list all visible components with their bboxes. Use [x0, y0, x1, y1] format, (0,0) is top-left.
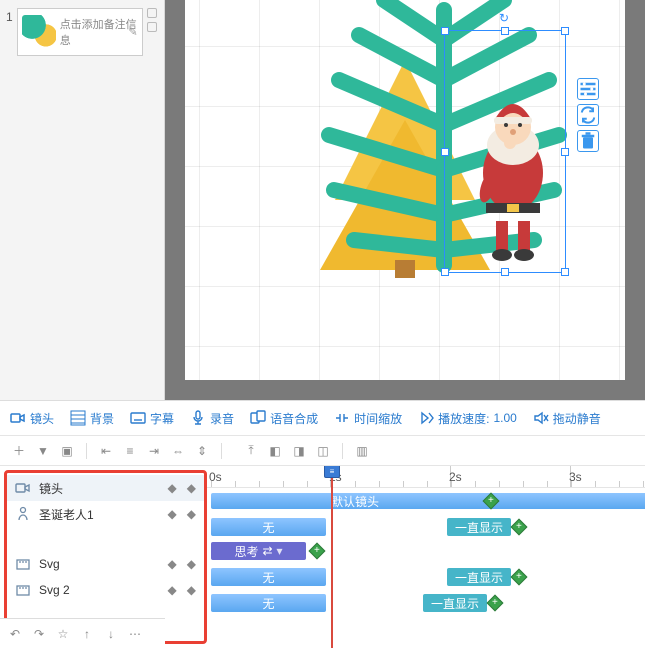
lane-camera[interactable]: 默认镜头 + — [207, 488, 645, 514]
track-name: Svg — [39, 557, 160, 571]
cut-icon[interactable]: ▥ — [353, 442, 371, 460]
more-icon[interactable]: ⋯ — [126, 625, 144, 643]
camera-label: 镜头 — [30, 410, 54, 427]
arrow-down-icon[interactable]: ↓ — [102, 625, 120, 643]
edit-icon[interactable]: ✎ — [128, 26, 137, 39]
timescale-label: 时间缩放 — [354, 410, 402, 427]
object-toolbar — [577, 78, 599, 152]
resize-handle[interactable] — [501, 27, 509, 35]
clip-think[interactable]: 思考 ⇄ ▾ — [211, 542, 306, 560]
person-icon — [15, 506, 31, 522]
clip-always-show[interactable]: 一直显示 — [423, 594, 487, 612]
star-icon[interactable]: ☆ — [54, 625, 72, 643]
timescale-button[interactable]: 时间缩放 — [334, 410, 402, 427]
slide-number: 1 — [6, 8, 13, 56]
arrange-icon[interactable]: ⇕ — [193, 442, 211, 460]
keyframe-add[interactable]: + — [309, 543, 326, 560]
speed-button[interactable]: 播放速度: 1.00 — [418, 410, 517, 427]
slide-thumbnail[interactable]: 点击添加备注信息 ✎ — [17, 8, 143, 56]
clip-none[interactable]: 无 — [211, 568, 326, 586]
speed-value: 1.00 — [493, 411, 516, 425]
slide-side-tools — [147, 8, 158, 56]
svg-icon — [15, 582, 31, 598]
tts-label: 语音合成 — [270, 410, 318, 427]
object-replace-button[interactable] — [577, 104, 599, 126]
redo-icon[interactable]: ↷ — [30, 625, 48, 643]
main-toolbar: 镜头 背景 字幕 录音 语音合成 时间缩放 播放速度: 1.00 拖动静音 — [0, 400, 645, 436]
keyframe-add[interactable]: + — [511, 569, 528, 586]
lane-svg2[interactable]: 无 一直显示 + — [207, 590, 645, 616]
loop-icon: ⇄ — [262, 544, 272, 558]
clip-always-show[interactable]: 一直显示 — [447, 518, 511, 536]
resize-handle[interactable] — [561, 148, 569, 156]
slide-panel: 1 点击添加备注信息 ✎ ↶ ↷ ☆ ↑ ↓ ⋯ — [0, 0, 165, 400]
tts-button[interactable]: 语音合成 — [250, 410, 318, 427]
time-ruler[interactable]: 0s 1s 2s 3s — [207, 466, 645, 488]
clip-none[interactable]: 无 — [211, 518, 326, 536]
thumbnail-preview — [22, 15, 56, 49]
snap-end-icon[interactable]: ◨ — [290, 442, 308, 460]
lane-svg[interactable]: 无 一直显示 + — [207, 564, 645, 590]
resize-handle[interactable] — [561, 27, 569, 35]
speed-label: 播放速度: — [438, 410, 489, 427]
svg-icon — [15, 556, 31, 572]
camera-button[interactable]: 镜头 — [10, 410, 54, 427]
ruler-tick: 3s — [569, 470, 582, 484]
slide-toolbar: ↶ ↷ ☆ ↑ ↓ ⋯ — [0, 618, 165, 648]
resize-handle[interactable] — [441, 27, 449, 35]
align-right-icon[interactable]: ⇥ — [145, 442, 163, 460]
distribute-icon[interactable]: ⇔ — [169, 442, 187, 460]
resize-handle[interactable] — [501, 268, 509, 276]
snap-mid-icon[interactable]: ◧ — [266, 442, 284, 460]
keyframe-add[interactable]: + — [487, 595, 504, 612]
add-icon[interactable]: ＋ — [10, 442, 28, 460]
track-name: 镜头 — [39, 480, 160, 497]
clip-always-show[interactable]: 一直显示 — [447, 568, 511, 586]
keyframe-add[interactable]: + — [511, 519, 528, 536]
clip-default-camera[interactable]: 默认镜头 — [211, 493, 645, 509]
track-name: Svg 2 — [39, 583, 160, 597]
select-icon[interactable]: ▣ — [58, 442, 76, 460]
track-row-svg2[interactable]: Svg 2 ◆◆ — [7, 577, 204, 603]
align-center-icon[interactable]: ≡ — [121, 442, 139, 460]
drag-mute-label: 拖动静音 — [553, 410, 601, 427]
undo-icon[interactable]: ↶ — [6, 625, 24, 643]
track-name: 圣诞老人1 — [39, 506, 160, 523]
playhead-handle[interactable]: ≡ — [324, 466, 340, 478]
playhead[interactable]: ≡ — [331, 466, 333, 648]
arrow-up-icon[interactable]: ↑ — [78, 625, 96, 643]
snap-start-icon[interactable]: ⤒ — [242, 442, 260, 460]
background-button[interactable]: 背景 — [70, 410, 114, 427]
subtitle-label: 字幕 — [150, 410, 174, 427]
track-row-camera[interactable]: 镜头 ◆◆ — [7, 475, 204, 501]
record-label: 录音 — [210, 410, 234, 427]
object-settings-button[interactable] — [577, 78, 599, 100]
object-delete-button[interactable] — [577, 130, 599, 152]
resize-handle[interactable] — [441, 268, 449, 276]
camera-icon — [15, 480, 31, 496]
lane-think[interactable]: 思考 ⇄ ▾ + — [207, 540, 645, 564]
filter-icon[interactable]: ▼ — [34, 442, 52, 460]
resize-handle[interactable] — [441, 148, 449, 156]
rotate-handle-icon[interactable]: ↻ — [499, 11, 511, 23]
timeline-toolbar: ＋ ▼ ▣ ⇤ ≡ ⇥ ⇔ ⇕ ⤒ ◧ ◨ ◫ ▥ — [0, 436, 645, 466]
snap-gap-icon[interactable]: ◫ — [314, 442, 332, 460]
slide-item[interactable]: 1 点击添加备注信息 ✎ — [0, 0, 164, 58]
selection-box[interactable]: ↻ — [444, 30, 566, 273]
track-row-santa[interactable]: 圣诞老人1 ◆◆ — [7, 501, 204, 527]
clip-none[interactable]: 无 — [211, 594, 326, 612]
lane-santa[interactable]: 无 一直显示 + — [207, 514, 645, 540]
drag-mute-button[interactable]: 拖动静音 — [533, 410, 601, 427]
record-button[interactable]: 录音 — [190, 410, 234, 427]
ruler-tick: 2s — [449, 470, 462, 484]
align-left-icon[interactable]: ⇤ — [97, 442, 115, 460]
ruler-tick: 0s — [209, 470, 222, 484]
background-label: 背景 — [90, 410, 114, 427]
resize-handle[interactable] — [561, 268, 569, 276]
stage[interactable]: ↻ — [185, 0, 625, 380]
subtitle-button[interactable]: 字幕 — [130, 410, 174, 427]
timeline-lanes[interactable]: 0s 1s 2s 3s 默认镜头 + 无 一直显示 + 思考 ⇄ ▾ + 无 一… — [207, 466, 645, 648]
track-row-svg[interactable]: Svg ◆◆ — [7, 551, 204, 577]
canvas[interactable]: ↻ — [165, 0, 645, 400]
